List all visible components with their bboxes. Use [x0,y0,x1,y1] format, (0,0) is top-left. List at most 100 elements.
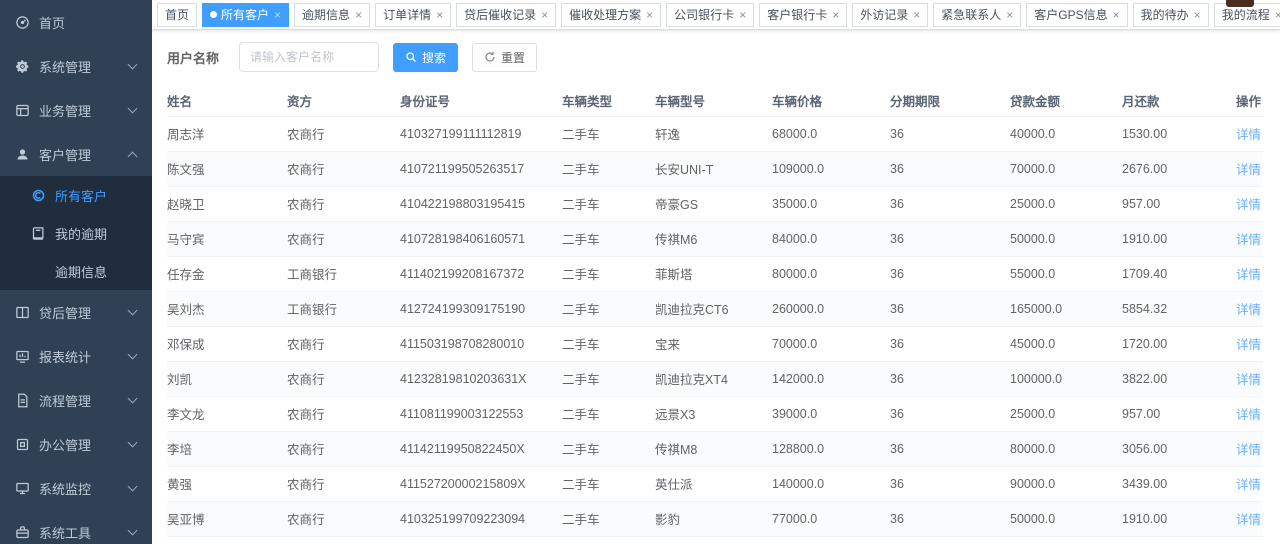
tab-外访记录[interactable]: 外访记录× [852,3,928,27]
reset-button[interactable]: 重置 [472,43,537,72]
tab-首页[interactable]: 首页 [157,3,197,27]
tab-所有客户[interactable]: 所有客户× [202,3,289,27]
table-row: 刘凯农商行41232819810203631X二手车凯迪拉克XT4142000.… [167,361,1263,396]
close-icon[interactable]: × [913,9,920,21]
sidebar-item-贷后管理[interactable]: 贷后管理 [0,290,152,334]
sidebar: 首页系统管理业务管理客户管理所有客户我的逾期逾期信息贷后管理报表统计流程管理办公… [0,0,152,544]
sidebar-subitem-所有客户[interactable]: 所有客户 [0,176,152,214]
cell-loan: 40000.0 [1010,116,1122,151]
sidebar-item-报表统计[interactable]: 报表统计 [0,334,152,378]
cell-name: 吴刘杰 [167,291,287,326]
tab-客户GPS信息[interactable]: 客户GPS信息× [1026,3,1127,27]
table-row: 贾银伟农商行411402199005163372二手车哈弗H656000.036… [167,536,1263,544]
cell-term: 36 [890,116,1010,151]
close-icon[interactable]: × [1113,9,1120,21]
cell-id_number: 410327199111112819 [400,116,562,151]
cell-monthly: 1339.00 [1122,536,1208,544]
cell-action: 详情 [1208,326,1263,361]
detail-link[interactable]: 详情 [1236,303,1261,317]
detail-link[interactable]: 详情 [1236,163,1261,177]
cell-price: 56000.0 [772,536,890,544]
sidebar-subitem-逾期信息[interactable]: 逾期信息 [0,252,152,290]
sidebar-item-首页[interactable]: 首页 [0,0,152,44]
cell-name: 邓保成 [167,326,287,361]
cell-funder: 工商银行 [287,291,400,326]
column-header-资方: 资方 [287,85,400,116]
tab-贷后催收记录[interactable]: 贷后催收记录× [456,3,556,27]
cell-term: 36 [890,326,1010,361]
cell-price: 84000.0 [772,221,890,256]
tab-label: 逾期信息 [302,6,350,23]
close-icon[interactable]: × [646,9,653,21]
cell-id_number: 410721199505263517 [400,151,562,186]
close-icon[interactable]: × [436,9,443,21]
customer-name-input[interactable] [239,42,379,72]
tab-催收处理方案[interactable]: 催收处理方案× [561,3,661,27]
detail-link[interactable]: 详情 [1236,338,1261,352]
detail-link[interactable]: 详情 [1236,268,1261,282]
cell-vehicle_type: 二手车 [562,151,655,186]
cell-loan: 80000.0 [1010,431,1122,466]
sidebar-item-办公管理[interactable]: 办公管理 [0,422,152,466]
detail-link[interactable]: 详情 [1236,443,1261,457]
sidebar-subitem-我的逾期[interactable]: 我的逾期 [0,214,152,252]
search-icon [405,51,417,63]
search-button[interactable]: 搜索 [393,43,458,72]
menu-label: 业务管理 [39,101,91,120]
detail-link[interactable]: 详情 [1236,128,1261,142]
cell-term: 36 [890,221,1010,256]
sidebar-item-系统监控[interactable]: 系统监控 [0,466,152,510]
detail-link[interactable]: 详情 [1236,478,1261,492]
cell-model: 宝来 [655,326,772,361]
cell-id_number: 41232819810203631X [400,361,562,396]
tab-逾期信息[interactable]: 逾期信息 × [294,3,370,27]
tab-我的待办[interactable]: 我的待办× [1133,3,1209,27]
menu-label: 系统工具 [39,523,91,542]
close-icon[interactable]: × [355,9,362,21]
sidebar-item-系统管理[interactable]: 系统管理 [0,44,152,88]
tab-客户银行卡[interactable]: 客户银行卡× [759,3,847,27]
close-icon[interactable]: × [274,9,281,21]
chevron-down-icon [128,350,138,360]
search-field-label: 用户名称 [167,48,219,67]
sidebar-item-业务管理[interactable]: 业务管理 [0,88,152,132]
close-icon[interactable]: × [1194,9,1201,21]
cell-vehicle_type: 二手车 [562,361,655,396]
cell-loan: 100000.0 [1010,361,1122,396]
cell-loan: 90000.0 [1010,466,1122,501]
tab-紧急联系人[interactable]: 紧急联系人× [933,3,1021,27]
close-icon[interactable]: × [739,9,746,21]
cell-action: 详情 [1208,361,1263,396]
close-icon[interactable]: × [832,9,839,21]
cell-name: 黄强 [167,466,287,501]
detail-link[interactable]: 详情 [1236,198,1261,212]
sidebar-item-流程管理[interactable]: 流程管理 [0,378,152,422]
menu-label: 流程管理 [39,391,91,410]
circle-icon [30,187,46,203]
cell-vehicle_type: 二手车 [562,396,655,431]
cell-id_number: 410422198803195415 [400,186,562,221]
column-header-车辆型号: 车辆型号 [655,85,772,116]
close-icon[interactable]: × [1275,9,1280,21]
doc-icon [14,392,30,408]
detail-link[interactable]: 详情 [1236,513,1261,527]
cell-funder: 农商行 [287,431,400,466]
tab-公司银行卡[interactable]: 公司银行卡× [666,3,754,27]
tab-订单详情[interactable]: 订单详情× [375,3,451,27]
cell-funder: 农商行 [287,326,400,361]
close-icon[interactable]: × [541,9,548,21]
avatar[interactable] [1226,0,1254,7]
cell-funder: 农商行 [287,501,400,536]
detail-link[interactable]: 详情 [1236,373,1261,387]
chevron-down-icon [128,60,138,70]
dashboard-icon [14,14,30,30]
active-dot [210,11,217,18]
sidebar-item-系统工具[interactable]: 系统工具 [0,510,152,544]
cell-vehicle_type: 二手车 [562,326,655,361]
sidebar-item-客户管理[interactable]: 客户管理 [0,132,152,176]
detail-link[interactable]: 详情 [1236,408,1261,422]
detail-link[interactable]: 详情 [1236,233,1261,247]
close-icon[interactable]: × [1006,9,1013,21]
cell-price: 128800.0 [772,431,890,466]
cell-term: 36 [890,431,1010,466]
